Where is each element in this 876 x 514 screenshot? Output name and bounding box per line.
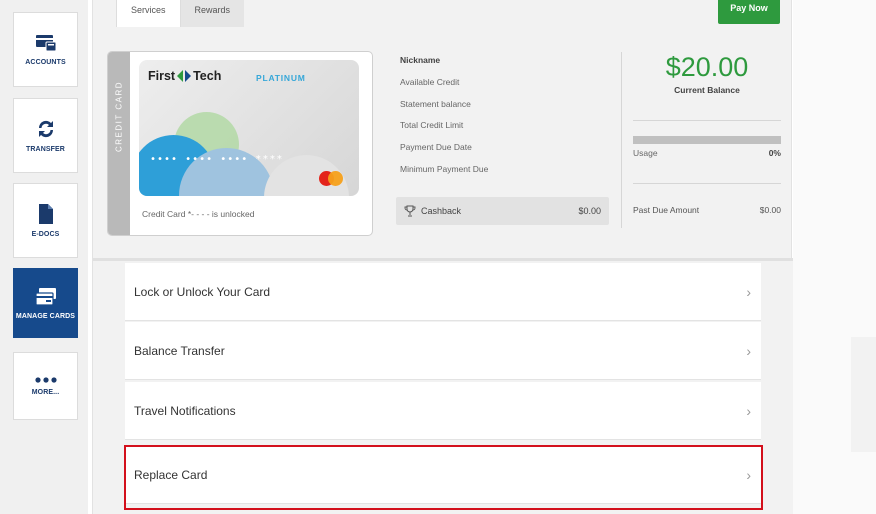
option-lock-unlock-card[interactable]: Lock or Unlock Your Card ›	[125, 263, 761, 321]
balance-summary: $20.00 Current Balance	[633, 52, 781, 95]
usage-label: Usage	[633, 148, 658, 158]
sidebar-item-label: E-DOCS	[31, 231, 60, 238]
sidebar-item-transfer[interactable]: TRANSFER	[13, 98, 78, 173]
brand-text: First	[148, 69, 176, 83]
detail-payment-due-date: Payment Due Date	[400, 142, 472, 153]
mastercard-icon	[319, 171, 344, 188]
transfer-icon	[35, 118, 57, 140]
sidebar-item-label: MORE...	[31, 388, 60, 396]
sidebar-item-more[interactable]: MORE...	[13, 352, 78, 420]
card-number: •••• •••• •••• ****	[150, 154, 284, 165]
right-gutter	[793, 0, 876, 514]
card-options-list: Lock or Unlock Your Card › Balance Trans…	[93, 261, 793, 514]
tab-services[interactable]: Services	[116, 0, 181, 27]
option-label: Travel Notifications	[134, 403, 236, 418]
divider	[633, 183, 781, 184]
past-due-value: $0.00	[759, 205, 781, 215]
document-icon	[37, 203, 55, 225]
column-divider	[621, 52, 622, 228]
current-balance-amount: $20.00	[665, 52, 749, 82]
option-travel-notifications[interactable]: Travel Notifications ›	[125, 382, 761, 440]
cashback-row[interactable]: Cashback $0.00	[396, 197, 609, 225]
sidebar-item-label: TRANSFER	[26, 146, 65, 153]
chevron-right-icon: ›	[746, 342, 751, 359]
tab-rewards[interactable]: Rewards	[180, 0, 245, 27]
option-replace-card[interactable]: Replace Card ›	[125, 446, 761, 504]
credit-card-image: First Tech PLATINUM •••• •••• •••• ****	[139, 60, 359, 196]
brand-logo: First Tech	[148, 69, 221, 83]
chevron-right-icon: ›	[746, 402, 751, 419]
usage-row: Usage 0%	[633, 148, 781, 158]
cashback-value: $0.00	[578, 206, 601, 216]
more-icon	[34, 376, 57, 383]
card-icon	[34, 287, 58, 307]
trophy-icon	[404, 205, 416, 217]
brand-text-end: Tech	[193, 69, 222, 83]
detail-statement-balance: Statement balance	[400, 98, 471, 109]
past-due-label: Past Due Amount	[633, 205, 700, 215]
sidebar-item-accounts[interactable]: ACCOUNTS	[13, 12, 78, 87]
detail-nickname: Nickname	[400, 55, 441, 65]
usage-bar	[633, 136, 781, 144]
sidebar-item-edocs[interactable]: E-DOCS	[13, 183, 78, 258]
detail-total-credit-limit: Total Credit Limit	[400, 120, 464, 131]
detail-minimum-payment: Minimum Payment Due	[400, 163, 489, 174]
logo-icon	[177, 69, 192, 83]
card-type-label: CREDIT CARD	[114, 80, 124, 153]
detail-available-credit: Available Credit	[400, 76, 460, 87]
divider	[633, 120, 781, 121]
chevron-right-icon: ›	[746, 466, 751, 483]
accounts-icon	[35, 33, 57, 53]
card-summary[interactable]: CREDIT CARD First Tech PLATINUM •••• •••…	[107, 51, 373, 236]
card-tier: PLATINUM	[256, 73, 306, 83]
sidebar-item-manage-cards[interactable]: MANAGE CARDS	[13, 268, 78, 338]
option-label: Balance Transfer	[134, 343, 225, 358]
tab-bar: Services Rewards	[116, 0, 245, 27]
sidebar-nav: ACCOUNTS TRANSFER E-DOCS MANAGE CARDS MO…	[0, 0, 88, 514]
sidebar-item-label: ACCOUNTS	[25, 59, 66, 66]
pay-now-button[interactable]: Pay Now	[718, 0, 780, 24]
card-side-strip: CREDIT CARD	[108, 52, 130, 235]
card-details: Nickname Available Credit Statement bala…	[400, 55, 610, 186]
cashback-label: Cashback	[421, 206, 462, 216]
chevron-right-icon: ›	[746, 283, 751, 300]
usage-value: 0%	[768, 148, 781, 158]
past-due-row: Past Due Amount $0.00	[633, 205, 781, 215]
current-balance-label: Current Balance	[674, 85, 740, 95]
sidebar-item-label: MANAGE CARDS	[15, 312, 76, 320]
option-label: Replace Card	[134, 467, 208, 482]
option-label: Lock or Unlock Your Card	[134, 284, 271, 299]
card-lock-status: Credit Card *- - - - is unlocked	[142, 209, 255, 219]
option-balance-transfer[interactable]: Balance Transfer ›	[125, 322, 761, 380]
main-panel: Services Rewards Pay Now CREDIT CARD Fir…	[92, 0, 793, 514]
